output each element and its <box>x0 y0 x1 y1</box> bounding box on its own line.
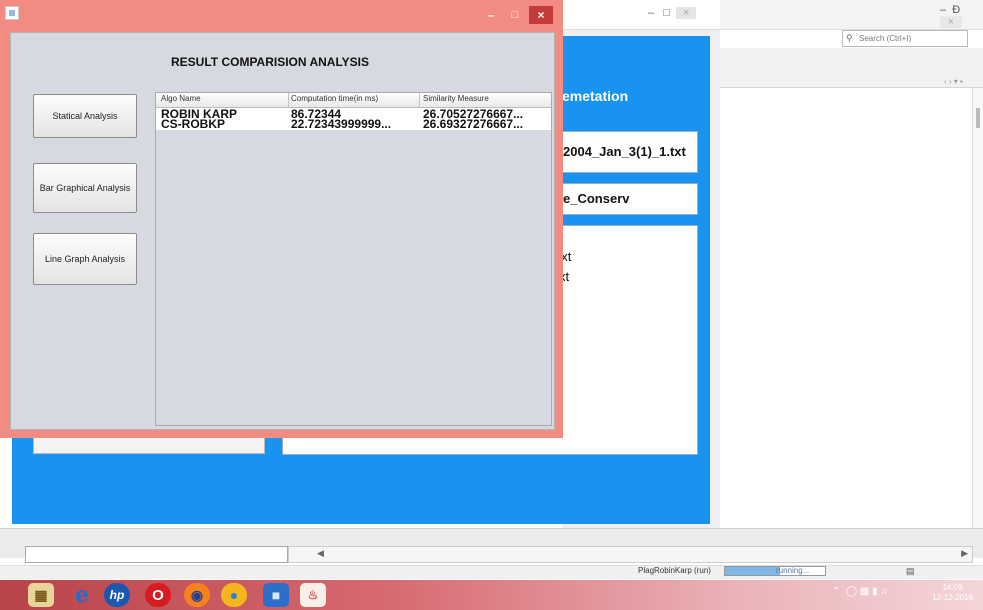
ide-restore-button[interactable]: Ɖ <box>952 4 960 16</box>
bar-graph-analysis-button[interactable]: Bar Graphical Analysis <box>33 163 137 213</box>
dialog-heading: RESULT COMPARISION ANALYSIS <box>171 55 370 69</box>
dialog-minimize-button[interactable]: – <box>479 6 503 24</box>
ide-search-input[interactable]: ⚲ Search (Ctrl+I) <box>842 30 968 47</box>
ide-nav-arrows[interactable]: ‹ › ▾ ▪ <box>944 77 963 86</box>
chrome-icon[interactable]: ● <box>221 583 247 607</box>
internet-explorer-icon[interactable]: e <box>69 582 95 608</box>
search-icon: ⚲ <box>846 33 853 43</box>
taskbar-clock[interactable]: 14:09 12-12-2018 <box>932 583 973 603</box>
dialog-close-button[interactable]: × <box>529 6 553 24</box>
java-app-icon[interactable]: ♨ <box>300 583 326 607</box>
opera-icon[interactable]: O <box>145 583 171 607</box>
ide-minimize-button[interactable]: – <box>940 4 946 16</box>
ide-vertical-scrollbar[interactable] <box>972 88 983 548</box>
statical-analysis-button[interactable]: Statical Analysis <box>33 94 137 138</box>
clock-date: 12-12-2018 <box>932 593 973 602</box>
table-body: ROBIN KARP 86.72344 26.70527276667... CS… <box>156 108 551 130</box>
table-cell: 26.69327276667... <box>423 117 524 131</box>
status-icon[interactable]: ▤ <box>906 566 915 577</box>
horizontal-scrollbar[interactable]: ◀ ▶ <box>288 546 973 563</box>
firefox-icon[interactable]: ◉ <box>184 583 210 607</box>
ide-status-bar <box>0 565 983 579</box>
dialog-maximize-button[interactable]: □ <box>503 6 527 24</box>
column-header-algo[interactable]: Algo Name <box>161 94 201 103</box>
output-input[interactable] <box>25 546 288 563</box>
java-window-icon <box>5 6 19 20</box>
clock-time: 14:09 <box>942 583 963 592</box>
table-cell: CS-ROBKP <box>161 117 226 131</box>
column-header-similarity[interactable]: Similarity Measure <box>423 94 489 103</box>
system-tray[interactable]: ⌃ ◯ ▩ ▮ ♫ <box>832 586 888 597</box>
column-header-time[interactable]: Computation time(in ms) <box>291 94 378 103</box>
scroll-left-icon[interactable]: ◀ <box>317 548 324 559</box>
hp-icon[interactable]: hp <box>104 583 130 607</box>
folder-field[interactable]: e_Conserv <box>562 183 698 215</box>
bg-close-button[interactable]: × <box>676 7 697 19</box>
line-graph-analysis-button[interactable]: Line Graph Analysis <box>33 233 137 285</box>
run-status-label: PlagRobinKarp (run) <box>638 566 711 575</box>
bg-maximize-button[interactable]: □ <box>663 7 670 19</box>
selected-file-field[interactable]: 2004_Jan_3(1)_1.txt <box>562 131 698 173</box>
ide-search-placeholder: Search (Ctrl+I) <box>859 34 912 43</box>
file-explorer-icon[interactable]: ▦ <box>28 583 54 607</box>
background-window-heading: emetation <box>562 88 629 104</box>
run-progress-bar <box>724 566 826 576</box>
results-table[interactable]: Algo Name Computation time(in ms) Simila… <box>155 92 552 426</box>
ide-close-button[interactable]: × <box>940 16 962 28</box>
selected-file-text: 2004_Jan_3(1)_1.txt <box>563 144 686 159</box>
background-window-controls[interactable]: – □ × <box>648 7 697 19</box>
table-header: Algo Name Computation time(in ms) Simila… <box>156 93 551 108</box>
ide-window-controls[interactable]: – Ɖ × <box>940 4 983 28</box>
table-cell: 22.72343999999... <box>291 117 392 131</box>
bg-minimize-button[interactable]: – <box>648 7 654 19</box>
folder-text: e_Conserv <box>563 191 630 206</box>
scroll-right-icon[interactable]: ▶ <box>961 548 968 559</box>
run-status-text: running... <box>776 566 810 575</box>
app-cube-icon[interactable]: ■ <box>263 583 289 607</box>
background-window-title-bar <box>562 0 720 30</box>
